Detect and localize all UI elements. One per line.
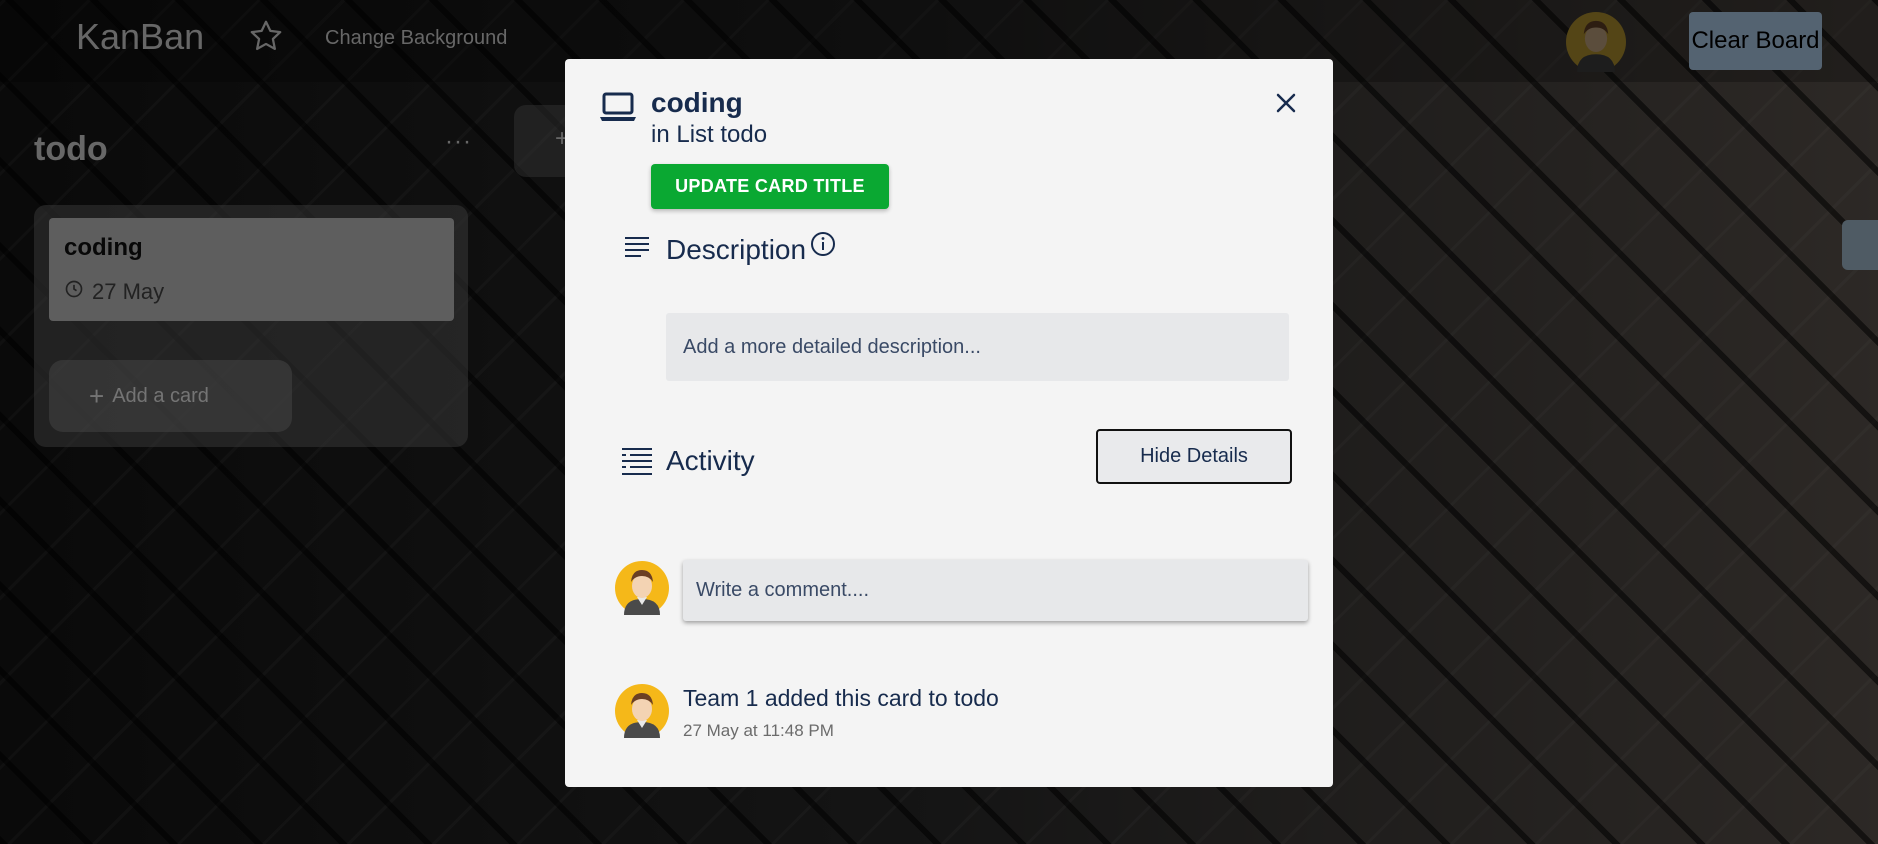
comment-input[interactable] [683, 560, 1308, 621]
activity-label: Activity [666, 445, 755, 476]
avatar [615, 684, 669, 738]
activity-icon [621, 447, 653, 477]
activity-entry: Team 1 added this card to todo [683, 685, 999, 711]
card-detail-modal: coding in List todo UPDATE CARD TITLE De… [565, 59, 1333, 787]
description-label: Description [666, 234, 807, 265]
hide-details-button[interactable]: Hide Details [1096, 429, 1292, 484]
card-list-name: in List todo [651, 121, 768, 148]
update-card-title-button[interactable]: UPDATE CARD TITLE [651, 164, 889, 209]
laptop-icon [599, 91, 637, 125]
avatar [615, 561, 669, 615]
description-icon [623, 235, 651, 257]
card-title: coding [651, 87, 743, 118]
info-icon[interactable] [810, 231, 836, 257]
description-input[interactable] [666, 313, 1289, 381]
activity-timestamp: 27 May at 11:48 PM [683, 721, 834, 740]
close-icon[interactable] [1269, 86, 1303, 120]
